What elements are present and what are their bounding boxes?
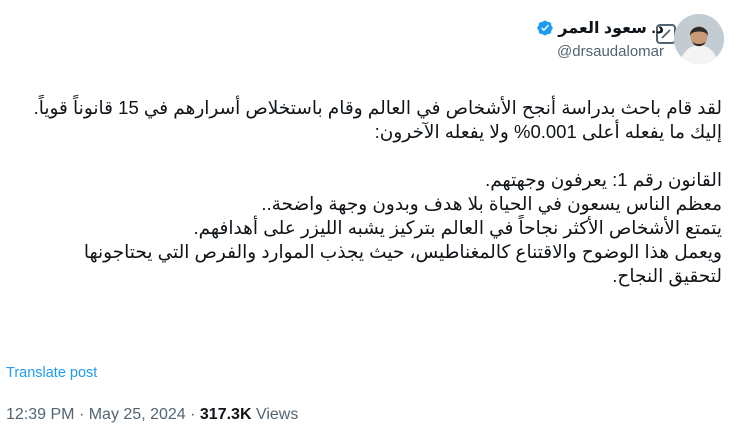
tweet-meta: 12:39 PM · May 25, 2024 · 317.3K Views: [6, 406, 298, 424]
avatar[interactable]: [674, 14, 724, 64]
author-handle[interactable]: @drsaudalomar: [536, 43, 664, 60]
author-display-name[interactable]: د. سعود العمر: [558, 18, 664, 38]
tweet-header: د. سعود العمر @drsaudalomar: [14, 14, 724, 78]
views-label: Views: [255, 406, 299, 423]
author-name-row: د. سعود العمر: [536, 18, 664, 38]
tweet-page: د. سعود العمر @drsaudalomar لقد قام باحث…: [0, 0, 740, 430]
meta-separator: ·: [190, 406, 196, 423]
views-count: 317.3K: [199, 406, 252, 423]
author-identity: د. سعود العمر @drsaudalomar: [536, 18, 664, 60]
tweet-date[interactable]: May 25, 2024: [89, 406, 186, 423]
tweet-time[interactable]: 12:39 PM: [6, 406, 74, 423]
meta-separator: ·: [78, 406, 85, 423]
verified-badge-icon: [537, 20, 553, 36]
translate-post-link[interactable]: Translate post: [6, 365, 97, 381]
tweet-text: لقد قام باحث بدراسة أنجح الأشخاص في العا…: [33, 97, 722, 286]
